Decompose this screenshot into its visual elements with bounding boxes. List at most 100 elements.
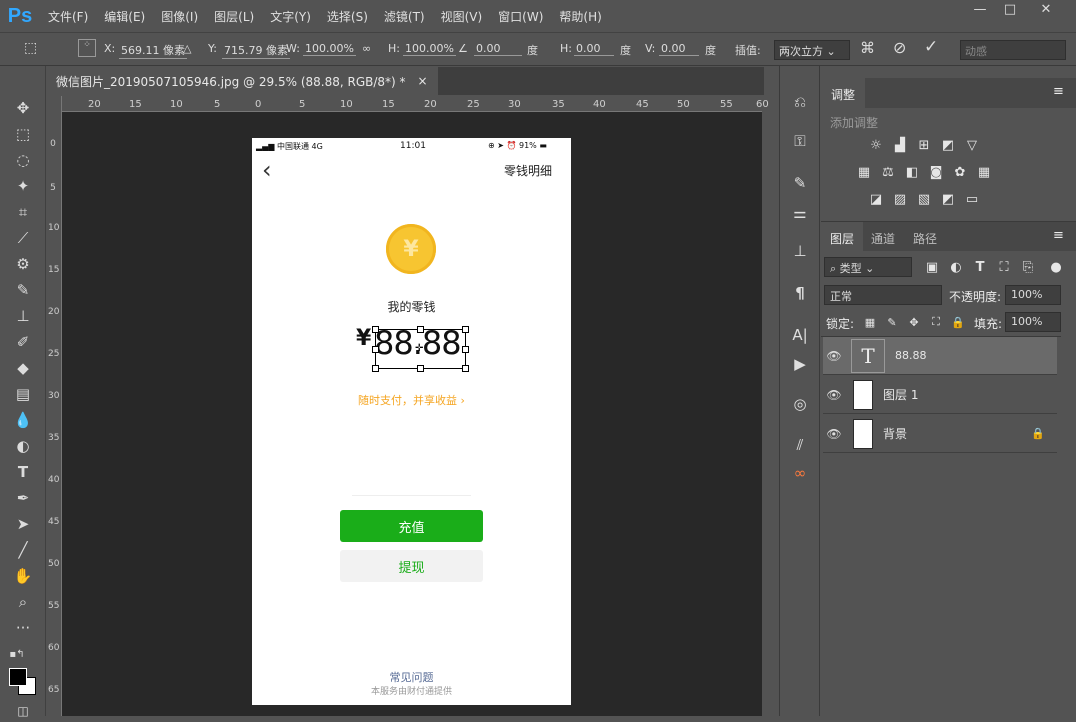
brush-settings-icon[interactable]: ✎ [788,172,812,194]
menu-select[interactable]: 选择(S) [319,0,376,32]
transform-tool-icon[interactable]: ⬚ [24,40,37,56]
cancel-transform-icon[interactable]: ⊘ [893,38,906,57]
layer-row-text[interactable]: 👁 T 88.88 [823,337,1057,375]
transform-handle[interactable] [417,365,424,372]
withdraw-button[interactable]: 提现 [340,550,483,582]
lasso-tool-icon[interactable]: ◌ [10,149,36,171]
opacity-field[interactable]: 100% [1005,285,1061,305]
transform-handle[interactable] [417,326,424,333]
angle-field[interactable]: 0.00 [474,42,522,56]
paragraph-panel-icon[interactable]: ¶ [788,282,812,304]
threshold-icon[interactable]: ▧ [915,191,933,207]
dodge-tool-icon[interactable]: ◐ [10,435,36,457]
healing-brush-icon[interactable]: ⚙ [10,253,36,275]
line-tool-icon[interactable]: ╱ [10,539,36,561]
interpolation-select[interactable]: 两次立方 ⌄ [774,40,850,60]
v-skew-field[interactable]: 0.00 [659,42,699,56]
visibility-eye-icon[interactable]: 👁 [823,388,845,402]
menu-type[interactable]: 文字(Y) [262,0,319,32]
channel-mixer-icon[interactable]: ✿ [951,164,969,180]
photo-filter-icon[interactable]: ◙ [927,164,945,180]
transform-handle[interactable] [372,346,379,353]
document-tab[interactable]: 微信图片_20190507105946.jpg @ 29.5% (88.88, … [46,67,438,95]
menu-window[interactable]: 窗口(W) [490,0,551,32]
transform-handle[interactable] [462,365,469,372]
visibility-eye-icon[interactable]: 👁 [823,427,845,441]
history-panel-icon[interactable]: ⎌ [788,91,812,113]
menu-filter[interactable]: 滤镜(T) [376,0,433,32]
menu-image[interactable]: 图像(I) [153,0,206,32]
vibrance-icon[interactable]: ▽ [963,137,981,153]
gradient-tool-icon[interactable]: ▤ [10,383,36,405]
visibility-eye-icon[interactable]: 👁 [823,349,845,363]
promo-link[interactable]: 随时支付，并享收益 › [252,392,571,408]
menu-layer[interactable]: 图层(L) [206,0,262,32]
tab-layers[interactable]: 图层 [821,222,864,252]
filter-adjustment-icon[interactable]: ◐ [947,259,965,275]
panel-menu-icon[interactable]: ≡ [1053,84,1064,99]
magic-wand-icon[interactable]: ✦ [10,175,36,197]
recharge-button[interactable]: 充值 [340,510,483,542]
marquee-tool-icon[interactable]: ⬚ [10,123,36,145]
close-window-button[interactable]: ✕ [1032,2,1060,20]
blur-tool-icon[interactable]: 💧 [10,409,36,431]
color-lookup-icon[interactable]: ▦ [975,164,993,180]
foreground-color-swatch[interactable] [9,668,27,686]
fill-field[interactable]: 100% [1005,312,1061,332]
swatches-icon[interactable]: ◎ [788,393,812,415]
tab-adjustments[interactable]: 调整 [821,78,866,108]
lock-transparent-icon[interactable]: ▦ [861,314,879,330]
h-field[interactable]: 100.00% [403,42,456,56]
maximize-button[interactable]: □ [996,2,1024,20]
warp-icon[interactable]: ⌘ [860,39,875,57]
stamp-tool-icon[interactable]: ⊥ [10,305,36,327]
filter-toggle-icon[interactable]: ● [1047,259,1065,275]
minimize-button[interactable]: — [966,2,994,20]
eyedropper-icon[interactable]: ⟋ [10,227,36,249]
tab-paths[interactable]: 路径 [913,230,937,247]
gradient-map-icon[interactable]: ▭ [963,191,981,207]
adjustments-sliders-icon[interactable]: ⚌ [788,202,812,224]
exposure-icon[interactable]: ◩ [939,137,957,153]
lock-position-icon[interactable]: ✥ [905,314,923,330]
clone-source-icon[interactable]: ⊥ [788,240,812,262]
faq-link[interactable]: 常见问题 [252,669,571,685]
type-tool-icon[interactable]: T [10,461,36,483]
filter-smart-object-icon[interactable]: ⎘ [1019,259,1037,275]
layer-row-image[interactable]: 👁 图层 1 [823,376,1057,414]
selective-color-icon[interactable]: ◩ [939,191,957,207]
menu-help[interactable]: 帮助(H) [551,0,609,32]
pen-tool-icon[interactable]: ✒ [10,487,36,509]
change-details-link[interactable]: 零钱明细 [504,162,552,179]
panel-menu-icon[interactable]: ≡ [1053,228,1064,243]
blend-mode-select[interactable]: 正常 [824,285,942,305]
layer-row-background[interactable]: 👁 背景 🔒 [823,415,1057,453]
filter-type-icon[interactable]: T [971,259,989,275]
posterize-icon[interactable]: ▨ [891,191,909,207]
workspace-select[interactable]: 动感 [960,40,1066,60]
filter-pixel-icon[interactable]: ▣ [923,259,941,275]
menu-file[interactable]: 文件(F) [40,0,96,32]
levels-icon[interactable]: ▟ [891,137,909,153]
quick-mask-icon[interactable]: ◫ [10,700,36,722]
h-skew-field[interactable]: 0.00 [574,42,614,56]
eraser-tool-icon[interactable]: ◆ [10,357,36,379]
invert-icon[interactable]: ◪ [867,191,885,207]
hand-tool-icon[interactable]: ✋ [10,565,36,587]
close-tab-icon[interactable]: × [418,74,428,88]
more-tools-icon[interactable]: ··· [10,617,36,639]
document-canvas[interactable]: ▂▄▆ 中国联通 4G 11:01 ⊕ ➤ ⏰ 91% ▬ ‹ 零钱明细 ¥ 我… [252,138,571,705]
w-field[interactable]: 100.00% [303,42,356,56]
filter-shape-icon[interactable]: ⛶ [995,259,1013,275]
menu-view[interactable]: 视图(V) [433,0,491,32]
crop-tool-icon[interactable]: ⌗ [10,201,36,223]
lock-all-icon[interactable]: 🔒 [949,314,967,330]
patterns-icon[interactable]: ⫽ [788,434,812,456]
transform-handle[interactable] [462,346,469,353]
link-icon[interactable]: ∞ [362,42,371,55]
delta-icon[interactable]: △ [183,42,191,55]
commit-transform-icon[interactable]: ✓ [924,37,938,57]
transform-handle[interactable] [372,326,379,333]
hue-saturation-icon[interactable]: ▦ [855,164,873,180]
reference-point-icon[interactable]: ⁘ [78,39,96,57]
